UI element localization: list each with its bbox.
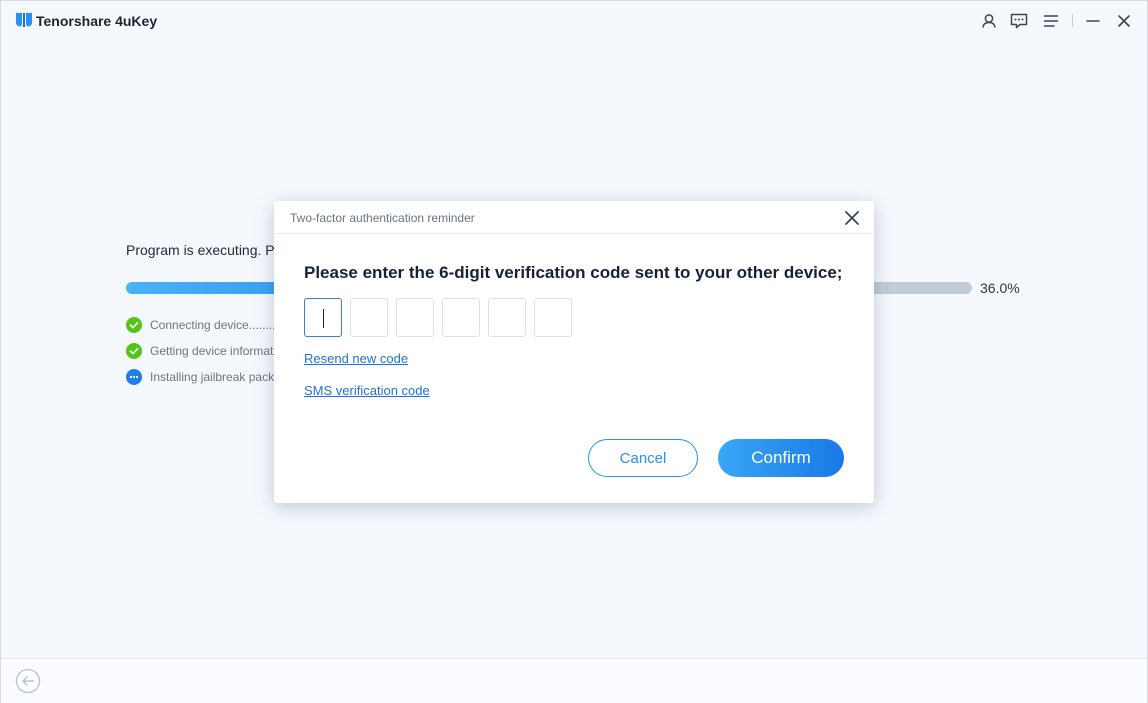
cancel-button[interactable]: Cancel [588, 439, 698, 477]
footer [1, 659, 1147, 703]
minimize-button[interactable] [1082, 10, 1104, 32]
feedback-icon [1010, 13, 1028, 29]
sms-verification-link[interactable]: SMS verification code [304, 383, 430, 398]
verification-instruction: Please enter the 6-digit verification co… [304, 263, 843, 282]
step-label: Getting device informat [150, 344, 274, 358]
user-icon [982, 14, 996, 28]
check-circle-icon [126, 343, 142, 359]
dialog-title: Two-factor authentication reminder [290, 211, 475, 225]
menu-button[interactable] [1040, 10, 1062, 32]
confirm-button[interactable]: Confirm [718, 439, 844, 477]
resend-code-link[interactable]: Resend new code [304, 351, 408, 366]
execution-status-text: Program is executing. Pl [126, 242, 278, 258]
text-caret [323, 309, 324, 328]
code-digit-input-5[interactable] [488, 298, 526, 337]
menu-icon [1043, 15, 1059, 27]
back-arrow-icon [15, 668, 41, 694]
code-digit-input-4[interactable] [442, 298, 480, 337]
code-digit-input-6[interactable] [534, 298, 572, 337]
close-icon [845, 211, 859, 225]
app-window: Tenorshare 4uKey Program is executing. P… [0, 0, 1148, 703]
step-label: Installing jailbreak pack [150, 370, 275, 384]
title-bar: Tenorshare 4uKey [1, 1, 1147, 41]
back-button[interactable] [15, 668, 41, 694]
code-digit-input-2[interactable] [350, 298, 388, 337]
app-title: Tenorshare 4uKey [36, 13, 158, 29]
dialog-close-button[interactable] [843, 209, 861, 227]
code-digit-input-3[interactable] [396, 298, 434, 337]
in-progress-icon [126, 369, 142, 385]
feedback-button[interactable] [1008, 10, 1030, 32]
code-digit-input-1[interactable] [304, 298, 342, 337]
minimize-icon [1086, 20, 1100, 22]
title-bar-divider [1072, 14, 1073, 27]
progress-percent: 36.0% [980, 280, 1020, 296]
tenorshare-logo-icon [16, 13, 32, 27]
dialog-header: Two-factor authentication reminder [274, 201, 874, 234]
step-label: Connecting device......... [150, 318, 279, 332]
check-circle-icon [126, 317, 142, 333]
account-button[interactable] [978, 10, 1000, 32]
close-window-button[interactable] [1113, 10, 1135, 32]
two-factor-dialog: Two-factor authentication reminder Pleas… [274, 201, 874, 503]
close-icon [1118, 15, 1130, 27]
